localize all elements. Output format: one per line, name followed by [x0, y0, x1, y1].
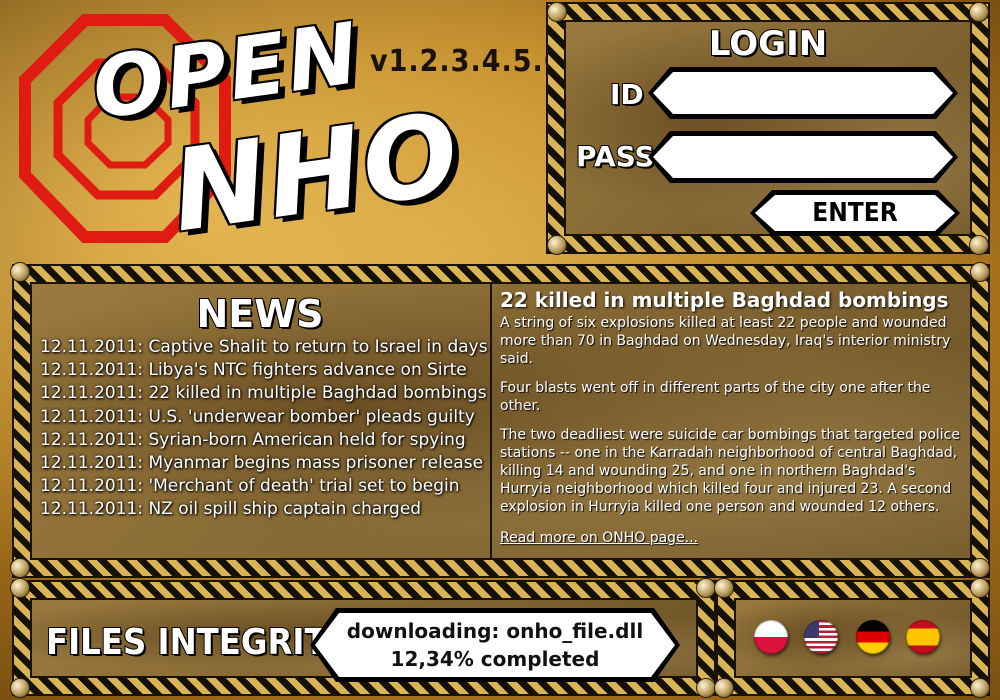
- bolt-icon: [547, 235, 567, 255]
- news-article: 22 killed in multiple Baghdad bombings A…: [500, 288, 960, 546]
- article-paragraph: A string of six explosions killed at lea…: [500, 315, 951, 367]
- news-item[interactable]: 12.11.2011: U.S. 'underwear bomber' plea…: [40, 406, 488, 429]
- download-status: downloading: onho_file.dll 12,34% comple…: [310, 608, 680, 682]
- login-title: LOGIN: [708, 23, 828, 65]
- id-field-frame: [648, 67, 958, 119]
- flag-usa-icon[interactable]: [804, 620, 838, 654]
- bolt-icon: [696, 678, 716, 698]
- enter-button[interactable]: ENTER: [750, 190, 960, 236]
- news-item[interactable]: 12.11.2011: Myanmar begins mass prisoner…: [40, 452, 488, 475]
- news-title: NEWS: [195, 291, 324, 337]
- enter-button-label: ENTER: [755, 195, 955, 231]
- version-label: v1.2.3.4.5.6: [370, 44, 564, 79]
- news-item[interactable]: 12.11.2011: NZ oil spill ship captain ch…: [40, 498, 488, 521]
- bolt-icon: [970, 262, 990, 282]
- bolt-icon: [969, 235, 989, 255]
- bolt-icon: [10, 578, 30, 598]
- article-paragraph: The two deadliest were suicide car bombi…: [500, 427, 960, 515]
- bolt-icon: [970, 558, 990, 578]
- article-paragraph: Four blasts went off in different parts …: [500, 380, 931, 414]
- bolt-icon: [970, 578, 990, 598]
- news-item[interactable]: 12.11.2011: Captive Shalit to return to …: [40, 336, 488, 359]
- bolt-icon: [714, 678, 734, 698]
- bolt-icon: [969, 2, 989, 22]
- news-divider: [490, 282, 492, 560]
- download-filename: downloading: onho_file.dll: [346, 619, 644, 643]
- article-headline: 22 killed in multiple Baghdad bombings: [500, 288, 949, 312]
- bolt-icon: [10, 558, 30, 578]
- news-content: NEWS 12.11.2011: Captive Shalit to retur…: [30, 282, 972, 560]
- bolt-icon: [696, 578, 716, 598]
- news-item[interactable]: 12.11.2011: 'Merchant of death' trial se…: [40, 475, 488, 498]
- pass-label: PASS: [575, 139, 656, 174]
- files-content: FILES INTEGRITY downloading: onho_file.d…: [30, 598, 698, 678]
- bolt-icon: [714, 578, 734, 598]
- news-item[interactable]: 12.11.2011: Syrian-born American held fo…: [40, 429, 488, 452]
- news-item[interactable]: 12.11.2011: Libya's NTC fighters advance…: [40, 359, 488, 382]
- flag-spain-icon[interactable]: [906, 620, 940, 654]
- password-input[interactable]: [653, 136, 953, 178]
- flag-poland-icon[interactable]: [754, 620, 788, 654]
- id-label: ID: [609, 77, 645, 112]
- bolt-icon: [10, 678, 30, 698]
- id-input[interactable]: [653, 72, 953, 114]
- bolt-icon: [10, 262, 30, 282]
- news-item[interactable]: 12.11.2011: 22 killed in multiple Baghda…: [40, 382, 488, 405]
- files-integrity-label: FILES INTEGRITY: [45, 621, 351, 664]
- flag-germany-icon[interactable]: [856, 620, 890, 654]
- bolt-icon: [970, 678, 990, 698]
- bolt-icon: [547, 2, 567, 22]
- read-more-link[interactable]: Read more on ONHO page...: [500, 530, 698, 546]
- download-progress-text: 12,34% completed: [390, 647, 600, 671]
- pass-field-frame: [648, 131, 958, 183]
- news-list: 12.11.2011: Captive Shalit to return to …: [40, 336, 488, 522]
- language-selector: [734, 598, 972, 678]
